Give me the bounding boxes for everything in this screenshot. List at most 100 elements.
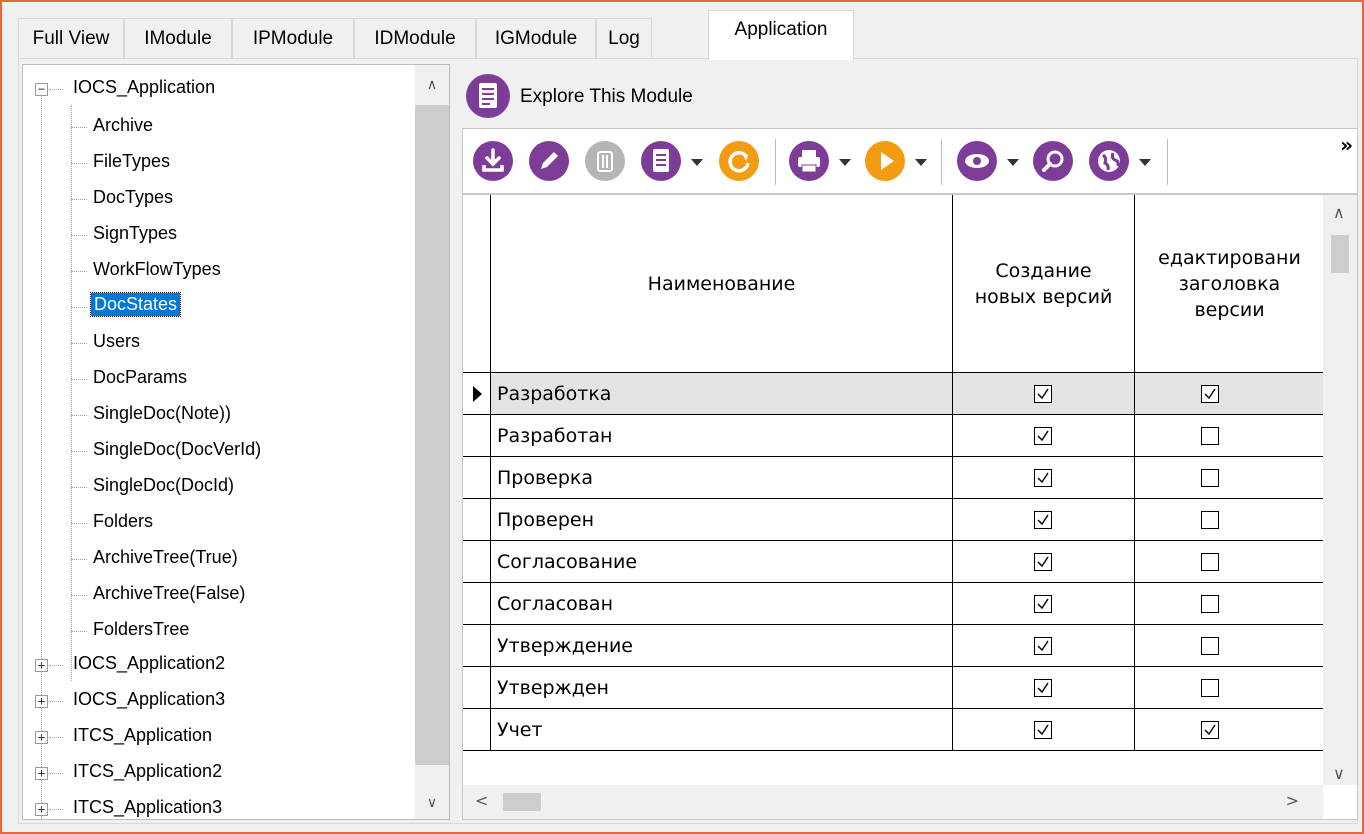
checkbox[interactable]	[1201, 679, 1219, 697]
expand-icon[interactable]: +	[35, 659, 48, 672]
refresh-icon[interactable]	[719, 141, 759, 181]
checkbox[interactable]	[1034, 721, 1052, 739]
scroll-down-icon[interactable]: ∨	[415, 795, 449, 811]
tree-node-filetypes[interactable]: FileTypes	[23, 147, 423, 177]
tree-node-users[interactable]: Users	[23, 327, 423, 357]
checkbox[interactable]	[1034, 511, 1052, 529]
grid-vertical-scrollbar[interactable]: ∧ ∨	[1323, 195, 1357, 785]
tab-application[interactable]: Application	[708, 10, 854, 60]
checkbox[interactable]	[1201, 637, 1219, 655]
row-indicator[interactable]	[463, 415, 491, 457]
globe-icon[interactable]	[1089, 141, 1129, 181]
checkbox[interactable]	[1034, 637, 1052, 655]
scrollbar-thumb[interactable]	[503, 793, 541, 811]
tab-full-view[interactable]: Full View	[18, 18, 124, 58]
checkbox[interactable]	[1034, 679, 1052, 697]
delete-icon[interactable]	[585, 141, 625, 181]
checkbox[interactable]	[1201, 511, 1219, 529]
scroll-up-icon[interactable]: ∧	[415, 77, 449, 93]
tab-log[interactable]: Log	[596, 18, 652, 58]
checkbox[interactable]	[1201, 553, 1219, 571]
tree-node-itcs-application2[interactable]: + ITCS_Application2	[23, 757, 423, 787]
row-indicator[interactable]	[463, 541, 491, 583]
tree-node-docparams[interactable]: DocParams	[23, 363, 423, 393]
tree-node-archivetree-true[interactable]: ArchiveTree(True)	[23, 543, 423, 573]
expand-icon[interactable]: +	[35, 767, 48, 780]
checkbox[interactable]	[1034, 469, 1052, 487]
expand-icon[interactable]: +	[35, 803, 48, 816]
tree-node-singledoc-docid[interactable]: SingleDoc(DocId)	[23, 471, 423, 501]
document-icon[interactable]	[641, 141, 681, 181]
checkbox[interactable]	[1034, 427, 1052, 445]
row-indicator[interactable]	[463, 457, 491, 499]
tree-node-itcs-application3[interactable]: + ITCS_Application3	[23, 793, 423, 819]
scroll-right-icon[interactable]: >	[1286, 791, 1299, 810]
row-name-cell[interactable]: Утверждение	[491, 625, 953, 667]
tab-idmodule[interactable]: IDModule	[354, 18, 476, 58]
tree-node-iocs-application[interactable]: − IOCS_Application	[23, 73, 423, 103]
column-header-edit-version-title[interactable]: едактировани заголовка версии	[1135, 195, 1325, 373]
tree-node-workflowtypes[interactable]: WorkFlowTypes	[23, 255, 423, 285]
play-icon[interactable]	[865, 141, 905, 181]
tab-imodule[interactable]: IModule	[124, 18, 232, 58]
column-header-create-versions[interactable]: Создание новых версий	[953, 195, 1135, 373]
grid-horizontal-scrollbar[interactable]: < >	[463, 785, 1323, 819]
tab-ipmodule[interactable]: IPModule	[232, 18, 354, 58]
tree-node-singledoc-note[interactable]: SingleDoc(Note))	[23, 399, 423, 429]
doc-states-grid[interactable]: Наименование Создание новых версий едакт…	[462, 194, 1358, 820]
row-name-cell[interactable]: Разработан	[491, 415, 953, 457]
checkbox[interactable]	[1201, 427, 1219, 445]
search-icon[interactable]	[1033, 141, 1073, 181]
scroll-down-icon[interactable]: ∨	[1333, 764, 1345, 783]
tree-vertical-scrollbar[interactable]: ∧ ∨	[415, 65, 449, 819]
row-name-cell[interactable]: Согласование	[491, 541, 953, 583]
row-indicator[interactable]	[463, 583, 491, 625]
chevron-down-icon[interactable]	[691, 159, 703, 166]
tree-node-signtypes[interactable]: SignTypes	[23, 219, 423, 249]
checkbox[interactable]	[1201, 385, 1219, 403]
row-indicator[interactable]	[463, 667, 491, 709]
row-indicator[interactable]	[463, 499, 491, 541]
tree-node-doctypes[interactable]: DocTypes	[23, 183, 423, 213]
tree-node-archivetree-false[interactable]: ArchiveTree(False)	[23, 579, 423, 609]
checkbox[interactable]	[1034, 385, 1052, 403]
checkbox[interactable]	[1201, 595, 1219, 613]
tree-node-folderstree[interactable]: FoldersTree	[23, 615, 423, 645]
tree-node-docstates[interactable]: DocStates	[23, 291, 423, 321]
collapse-icon[interactable]: −	[35, 83, 48, 96]
column-header-name[interactable]: Наименование	[491, 195, 953, 373]
row-name-cell[interactable]: Согласован	[491, 583, 953, 625]
chevron-down-icon[interactable]	[915, 159, 927, 166]
row-name-cell[interactable]: Утвержден	[491, 667, 953, 709]
chevron-down-icon[interactable]	[839, 159, 851, 166]
tree-node-singledoc-docverid[interactable]: SingleDoc(DocVerId)	[23, 435, 423, 465]
edit-icon[interactable]	[529, 141, 569, 181]
module-tree[interactable]: − IOCS_Application Archive FileTypes Doc…	[22, 64, 450, 820]
checkbox[interactable]	[1201, 721, 1219, 739]
explore-module-button[interactable]: Explore This Module	[466, 74, 866, 120]
row-indicator[interactable]	[463, 709, 491, 751]
tree-node-folders[interactable]: Folders	[23, 507, 423, 537]
scrollbar-thumb[interactable]	[415, 105, 449, 765]
checkbox[interactable]	[1034, 553, 1052, 571]
chevron-down-icon[interactable]	[1139, 159, 1151, 166]
tree-node-itcs-application[interactable]: + ITCS_Application	[23, 721, 423, 751]
chevron-down-icon[interactable]	[1007, 159, 1019, 166]
checkbox[interactable]	[1034, 595, 1052, 613]
expand-icon[interactable]: +	[35, 731, 48, 744]
scroll-left-icon[interactable]: <	[475, 791, 488, 810]
download-icon[interactable]	[473, 141, 513, 181]
row-name-cell[interactable]: Разработка	[491, 373, 953, 415]
row-indicator[interactable]	[463, 625, 491, 667]
row-name-cell[interactable]: Учет	[491, 709, 953, 751]
scrollbar-thumb[interactable]	[1331, 235, 1349, 273]
eye-icon[interactable]	[957, 141, 997, 181]
row-indicator[interactable]	[463, 373, 491, 415]
print-icon[interactable]	[789, 141, 829, 181]
scroll-up-icon[interactable]: ∧	[1333, 203, 1345, 222]
tree-node-archive[interactable]: Archive	[23, 111, 423, 141]
tree-node-iocs-application2[interactable]: + IOCS_Application2	[23, 649, 423, 679]
checkbox[interactable]	[1201, 469, 1219, 487]
expand-icon[interactable]: +	[35, 695, 48, 708]
tree-node-iocs-application3[interactable]: + IOCS_Application3	[23, 685, 423, 715]
